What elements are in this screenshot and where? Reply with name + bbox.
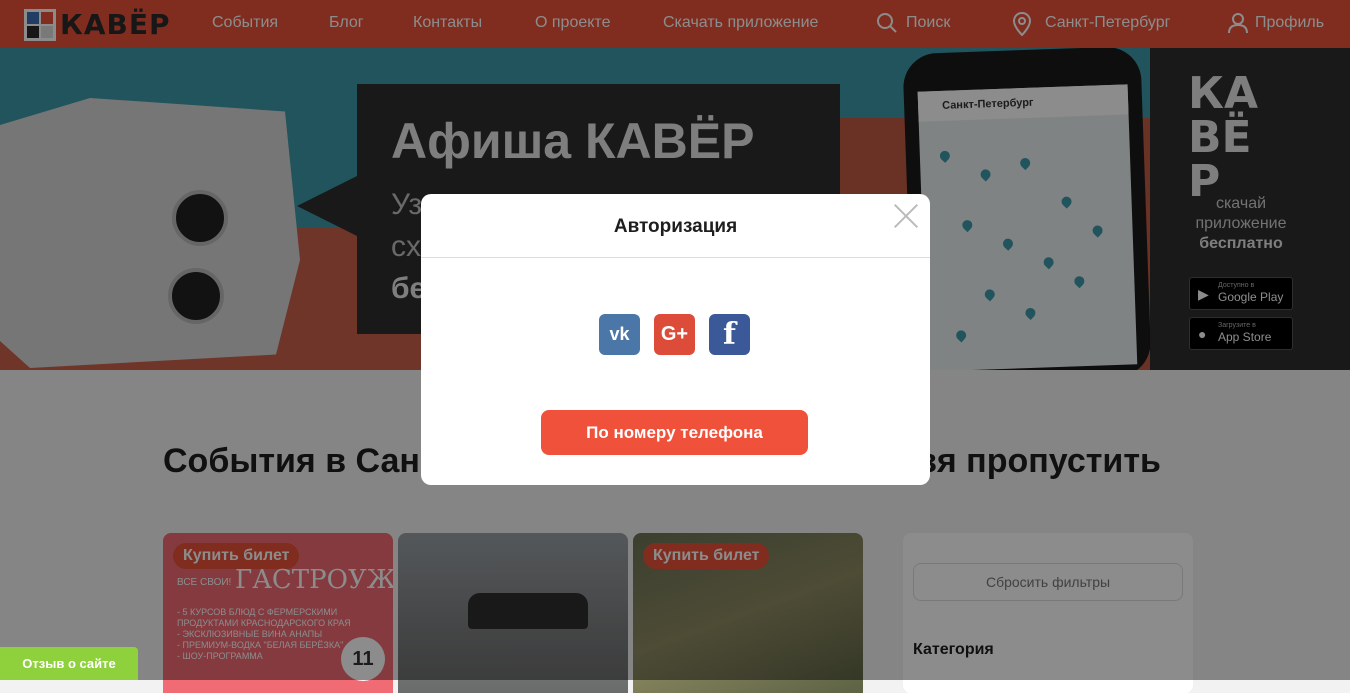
modal-title: Авторизация [613,216,738,237]
vk-icon: vk [609,324,630,344]
vk-login-button[interactable]: vk [599,314,640,355]
auth-modal: Авторизация vk G+ f По номеру телефона [421,194,930,485]
phone-login-button[interactable]: По номеру телефона [541,410,808,455]
close-icon[interactable] [891,200,921,230]
facebook-icon: f [723,317,736,352]
modal-divider [421,257,930,258]
site-feedback-button[interactable]: Отзыв о сайте [0,647,138,680]
google-plus-icon: G+ [660,323,689,345]
google-plus-login-button[interactable]: G+ [654,314,695,355]
facebook-login-button[interactable]: f [709,314,750,355]
